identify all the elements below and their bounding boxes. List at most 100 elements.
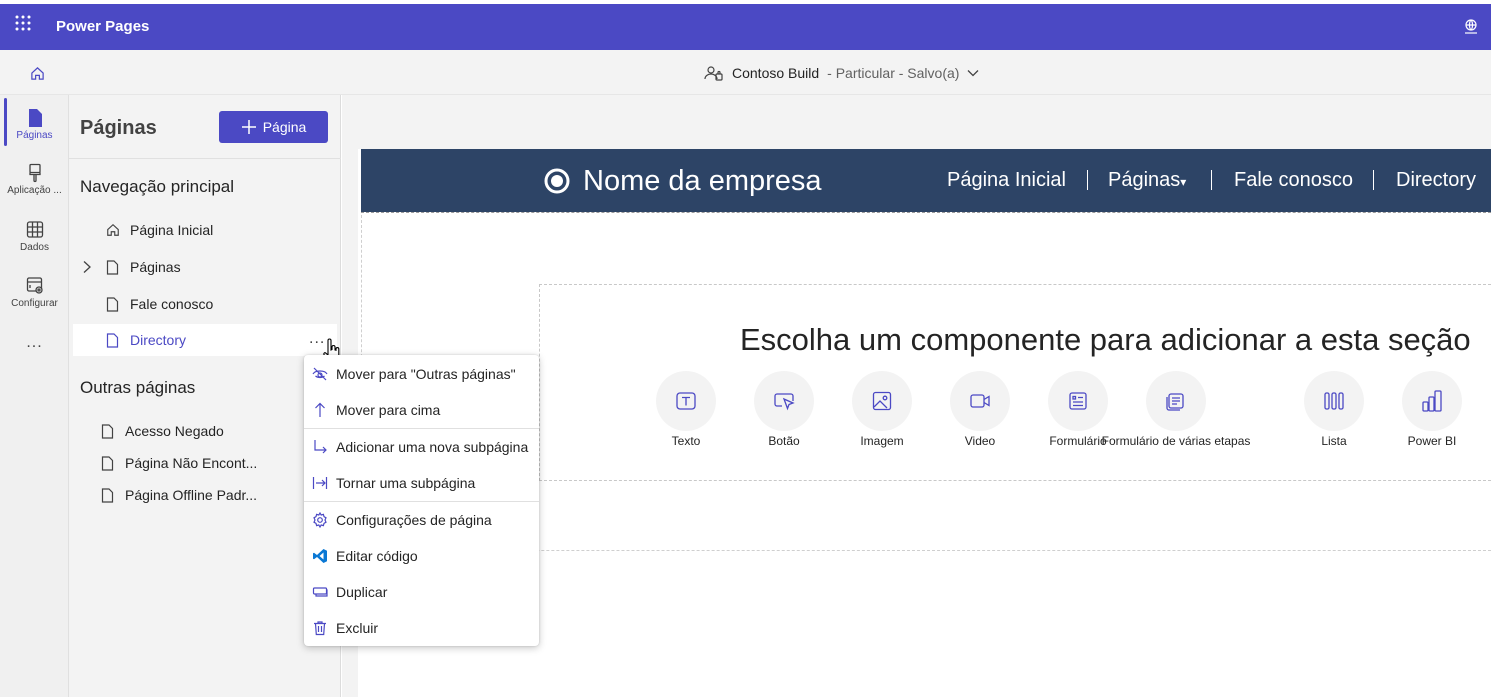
nav-item-directory[interactable]: Directory <box>73 324 337 356</box>
site-nav-separator <box>1087 170 1088 190</box>
rail-item-label: Dados <box>20 242 49 253</box>
rail-item-setup[interactable]: Configurar <box>0 276 69 328</box>
component-multistep-form[interactable]: Formulário de várias etapas <box>1102 371 1250 448</box>
menu-item-label: Editar código <box>336 548 418 564</box>
powerbi-icon <box>1422 390 1442 412</box>
menu-separator <box>304 501 539 502</box>
other-page-not-found[interactable]: Página Não Encont... <box>73 447 337 479</box>
app-header: Power Pages <box>0 4 1491 50</box>
component-form[interactable]: Formulário <box>1048 371 1108 448</box>
duplicate-icon <box>312 587 328 597</box>
app-title: Power Pages <box>56 18 150 35</box>
menu-item-move-up[interactable]: Mover para cima <box>304 393 539 427</box>
component-powerbi[interactable]: Power BI <box>1402 371 1462 448</box>
menu-item-move-to-other[interactable]: Mover para "Outras páginas" <box>304 357 539 391</box>
header-outline <box>361 212 1491 213</box>
component-label: Formulário de várias etapas <box>1101 434 1251 448</box>
page-icon <box>106 332 119 348</box>
site-nav-pages-label: Páginas <box>1108 169 1181 191</box>
rail-item-more[interactable]: ... <box>0 334 69 386</box>
menu-item-label: Adicionar uma nova subpágina <box>336 439 529 455</box>
trash-icon <box>314 621 326 636</box>
other-pages-title: Outras páginas <box>80 378 196 397</box>
gear-icon <box>313 512 327 528</box>
site-status: - Particular - Salvo(a) <box>827 65 960 81</box>
page-icon <box>101 487 114 503</box>
nav-item-label: Página Offline Padr... <box>125 487 258 503</box>
nav-item-label: Directory <box>130 332 187 348</box>
menu-item-page-settings[interactable]: Configurações de página <box>304 503 539 537</box>
chevron-right-icon[interactable] <box>82 260 92 274</box>
image-icon <box>872 391 892 411</box>
other-page-access-denied[interactable]: Acesso Negado <box>73 415 337 447</box>
rail-item-label: Aplicação ... <box>7 185 62 196</box>
component-label: Formulário <box>1049 434 1107 448</box>
site-nav-separator <box>1373 170 1374 190</box>
list-icon <box>1324 392 1344 410</box>
rail-item-styling[interactable]: Aplicação ... <box>0 163 69 215</box>
add-page-button[interactable]: Página <box>219 111 328 143</box>
home-icon <box>107 223 119 236</box>
panel-title: Páginas <box>80 117 157 139</box>
component-button[interactable]: Botão <box>754 371 814 448</box>
component-video[interactable]: Video <box>950 371 1010 448</box>
site-nav-directory[interactable]: Directory <box>1396 169 1476 192</box>
main-nav-title: Navegação principal <box>80 177 235 196</box>
add-page-label: Página <box>262 119 307 135</box>
component-list[interactable]: Lista <box>1304 371 1364 448</box>
component-label: Power BI <box>1407 434 1457 448</box>
table-icon <box>26 221 43 238</box>
page-icon <box>106 296 119 312</box>
menu-item-make-subpage[interactable]: Tornar uma subpágina <box>304 466 539 500</box>
form-icon <box>1069 392 1087 410</box>
menu-item-label: Duplicar <box>336 584 388 600</box>
other-page-offline[interactable]: Página Offline Padr... <box>73 479 337 511</box>
site-nav-separator <box>1211 170 1212 190</box>
component-text[interactable]: Texto <box>656 371 716 448</box>
menu-item-add-subpage[interactable]: Adicionar uma nova subpágina <box>304 430 539 464</box>
page-icon <box>28 109 42 127</box>
site-people-icon <box>704 66 723 81</box>
eye-hidden-icon <box>312 367 328 381</box>
site-globe-icon[interactable] <box>1462 18 1480 36</box>
rail-item-pages[interactable]: Páginas <box>0 108 69 160</box>
component-label: Lista <box>1321 434 1347 448</box>
company-logo-icon <box>544 168 570 194</box>
caret-down-icon: ▾ <box>1180 175 1187 189</box>
nav-item-label: Acesso Negado <box>125 423 224 439</box>
nav-item-pages[interactable]: Páginas <box>73 251 337 283</box>
page-icon <box>101 455 114 471</box>
site-nav-pages[interactable]: Páginas▾ <box>1108 169 1186 192</box>
component-image[interactable]: Imagem <box>852 371 912 448</box>
nav-item-label: Páginas <box>130 259 181 275</box>
menu-item-edit-code[interactable]: Editar código <box>304 539 539 573</box>
menu-item-label: Mover para cima <box>336 402 441 418</box>
site-name: Contoso Build <box>732 65 820 81</box>
chevron-down-icon[interactable] <box>967 69 979 77</box>
component-label: Video <box>964 434 996 448</box>
company-name: Nome da empresa <box>583 165 822 197</box>
plus-icon <box>241 120 256 134</box>
app-launcher-icon[interactable] <box>14 14 32 32</box>
menu-item-label: Tornar uma subpágina <box>336 475 476 491</box>
nav-item-label: Fale conosco <box>130 296 214 312</box>
page-icon <box>106 259 119 275</box>
site-info[interactable]: Contoso Build - Particular - Salvo(a) <box>704 64 979 82</box>
subpage-add-icon <box>314 440 327 454</box>
button-icon <box>774 393 795 411</box>
site-nav-home[interactable]: Página Inicial <box>947 169 1066 192</box>
component-label: Texto <box>671 434 701 448</box>
menu-item-duplicate[interactable]: Duplicar <box>304 575 539 609</box>
menu-separator <box>304 428 539 429</box>
component-label: Imagem <box>860 434 904 448</box>
site-nav-contact[interactable]: Fale conosco <box>1234 169 1353 192</box>
component-label: Botão <box>768 434 800 448</box>
nav-item-contact[interactable]: Fale conosco <box>73 288 337 320</box>
paintbrush-icon <box>28 163 41 183</box>
home-icon[interactable] <box>30 66 45 81</box>
nav-item-home[interactable]: Página Inicial <box>73 214 337 246</box>
rail-item-data[interactable]: Dados <box>0 220 69 272</box>
menu-item-delete[interactable]: Excluir <box>304 611 539 645</box>
multistep-form-icon <box>1166 393 1184 411</box>
indent-icon <box>312 477 328 489</box>
